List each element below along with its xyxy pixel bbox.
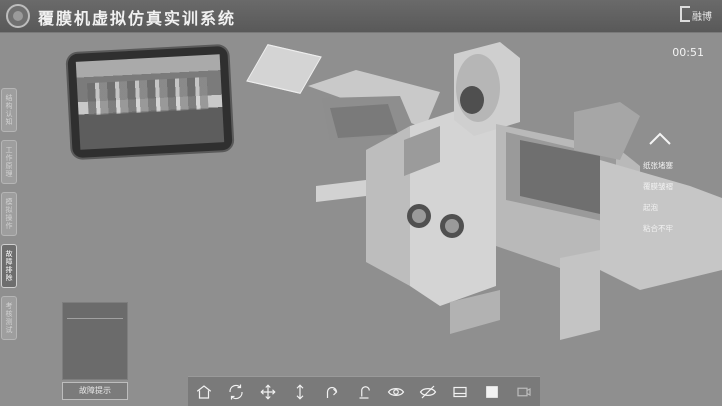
hint-divider [67, 318, 123, 319]
home-icon [196, 384, 212, 399]
view-toolbar [188, 376, 540, 406]
view-top-button[interactable] [480, 380, 504, 404]
sidebar-item-assessment[interactable]: 考核测试 [1, 296, 17, 340]
fault-hint-panel [62, 302, 128, 380]
show-icon [387, 387, 405, 396]
hide-icon [419, 385, 437, 398]
hide-button[interactable] [416, 380, 440, 404]
fault-options-menu: 纸张堵塞 覆膜皱褶 起泡 粘合不牢 [643, 160, 701, 244]
rotate-button[interactable] [224, 380, 248, 404]
fault-option-bubble[interactable]: 起泡 [643, 202, 701, 213]
sidebar-item-label: 模拟操作 [5, 198, 13, 230]
view-top-icon [486, 385, 498, 398]
view-front-icon [453, 386, 467, 397]
collapse-menu-button[interactable] [648, 130, 672, 146]
vertical-move-button[interactable] [288, 380, 312, 404]
sidebar-item-label: 故障排除 [5, 250, 13, 282]
show-button[interactable] [384, 380, 408, 404]
tablet-display[interactable] [67, 45, 233, 159]
sidebar-item-operation[interactable]: 模拟操作 [1, 192, 17, 236]
undo-button[interactable] [320, 380, 344, 404]
sidebar-item-label: 考核测试 [5, 302, 13, 334]
fault-option-weak-bond[interactable]: 粘合不牢 [643, 223, 701, 234]
tablet-screen [75, 54, 225, 150]
reset-icon [359, 385, 370, 399]
fault-hint-button[interactable]: 故障提示 [62, 382, 128, 400]
move-icon [260, 383, 276, 400]
chevron-up-icon [649, 132, 671, 145]
sidebar-item-troubleshoot[interactable]: 故障排除 [1, 244, 17, 288]
sidebar-item-label: 结构认知 [5, 94, 13, 126]
move-button[interactable] [256, 380, 280, 404]
sidebar-item-principle[interactable]: 工作原理 [1, 140, 17, 184]
view-side-icon [517, 387, 531, 396]
fault-option-wrinkle[interactable]: 覆膜皱褶 [643, 181, 701, 192]
rotate-icon [229, 384, 243, 399]
side-nav: 结构认知 工作原理 模拟操作 故障排除 考核测试 [1, 88, 17, 348]
vertical-move-icon [296, 383, 304, 400]
reset-button[interactable] [352, 380, 376, 404]
sidebar-item-structure[interactable]: 结构认知 [1, 88, 17, 132]
view-side-button[interactable] [512, 380, 536, 404]
undo-icon [326, 386, 338, 398]
sidebar-item-label: 工作原理 [5, 146, 13, 178]
view-front-button[interactable] [448, 380, 472, 404]
fault-option-paper-jam[interactable]: 纸张堵塞 [643, 160, 701, 171]
home-button[interactable] [192, 380, 216, 404]
